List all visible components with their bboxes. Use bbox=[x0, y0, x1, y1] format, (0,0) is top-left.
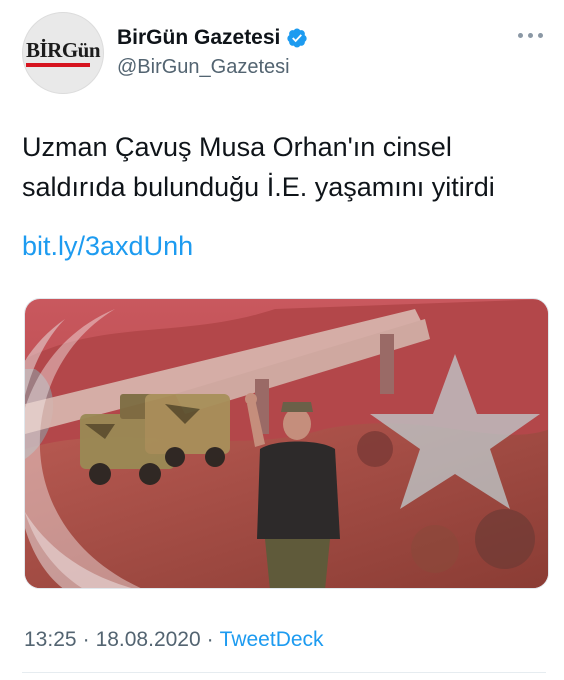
avatar-logo: BİRGün bbox=[25, 37, 101, 67]
name-row[interactable]: BirGün Gazetesi bbox=[117, 26, 308, 50]
tweet-source-link[interactable]: TweetDeck bbox=[220, 628, 324, 652]
tweet-text: Uzman Çavuş Musa Orhan'ın cinsel saldırı… bbox=[22, 127, 542, 207]
account-handle[interactable]: @BirGun_Gazetesi bbox=[117, 56, 290, 79]
tweet-meta: 13:25 · 18.08.2020 · TweetDeck bbox=[24, 628, 324, 652]
verified-badge-icon bbox=[287, 28, 308, 48]
more-options-icon[interactable] bbox=[518, 30, 546, 40]
tweet-time[interactable]: 13:25 bbox=[24, 628, 77, 652]
tweet-text-line: saldırıda bulunduğu İ.E. yaşamını yitird… bbox=[22, 172, 495, 202]
meta-separator: · bbox=[206, 628, 214, 651]
avatar[interactable]: BİRGün bbox=[22, 12, 104, 94]
divider bbox=[22, 672, 546, 673]
display-name[interactable]: BirGün Gazetesi bbox=[117, 26, 280, 50]
tweet-link[interactable]: bit.ly/3axdUnh bbox=[22, 226, 193, 266]
tweet-text-line: Uzman Çavuş Musa Orhan'ın cinsel bbox=[22, 132, 452, 162]
avatar-logo-bar bbox=[25, 62, 90, 67]
meta-separator: · bbox=[82, 628, 90, 651]
tweet-date[interactable]: 18.08.2020 bbox=[96, 628, 201, 652]
tweet-media-image[interactable] bbox=[24, 298, 549, 589]
media-photo bbox=[25, 299, 548, 588]
avatar-logo-text: BİRGün bbox=[25, 37, 101, 62]
